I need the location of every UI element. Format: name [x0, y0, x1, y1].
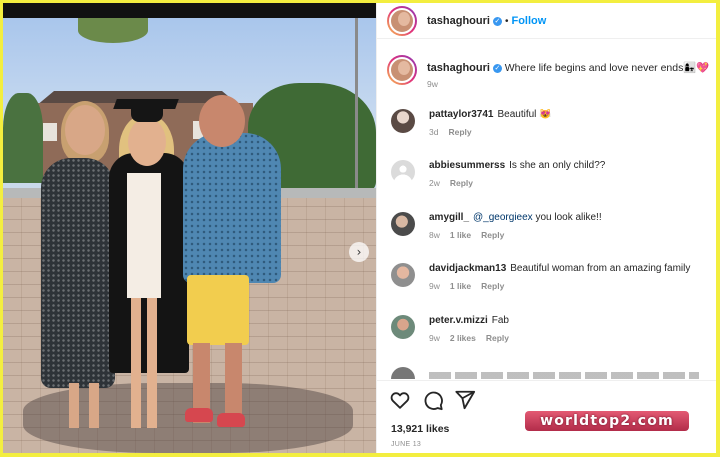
- carousel-next-icon[interactable]: ›: [349, 242, 369, 262]
- comment-age: 2w: [429, 178, 440, 188]
- comment-username[interactable]: amygill_: [429, 212, 469, 223]
- person-right: [183, 133, 281, 283]
- comment-username[interactable]: peter.v.mizzi: [429, 315, 488, 326]
- comment-mention[interactable]: @_georgieex: [473, 212, 533, 223]
- caption-age: 9w: [427, 79, 438, 89]
- post-header: tashaghouri ✓ • Follow: [377, 3, 716, 39]
- comment-text: Beautiful 😻: [497, 109, 552, 120]
- comment-age: 9w: [429, 281, 440, 291]
- comment-age: 3d: [429, 127, 439, 137]
- author-avatar[interactable]: [387, 6, 417, 36]
- share-icon[interactable]: [454, 389, 476, 411]
- post-photo[interactable]: ›: [3, 3, 376, 453]
- instagram-post-frame: › tashaghouri ✓ • Follow tashaghouri ✓ Where…: [3, 3, 716, 453]
- post-date: JUNE 13: [391, 441, 422, 448]
- follow-button[interactable]: Follow: [511, 15, 546, 27]
- reply-button[interactable]: Reply: [481, 281, 504, 291]
- comment-item-partial: [391, 367, 415, 379]
- post-actions: 13,921 likes JUNE 13 worldtop2.com: [377, 380, 716, 453]
- caption-author-avatar[interactable]: [387, 55, 417, 85]
- caption-username[interactable]: tashaghouri: [427, 62, 490, 74]
- watermark-logo: worldtop2.com: [525, 411, 689, 431]
- comment-text: Beautiful woman from an amazing family: [510, 263, 691, 274]
- commenter-avatar[interactable]: [391, 263, 415, 287]
- comment-likes[interactable]: 1 like: [450, 230, 471, 240]
- comment-username[interactable]: davidjackman13: [429, 263, 506, 274]
- reply-button[interactable]: Reply: [448, 127, 471, 137]
- comment-likes[interactable]: 1 like: [450, 281, 471, 291]
- comment-text: you look alike!!: [532, 212, 602, 223]
- graduation-cap: [113, 99, 179, 109]
- author-username[interactable]: tashaghouri: [427, 15, 490, 27]
- comment-text: Fab: [491, 315, 509, 326]
- reply-button[interactable]: Reply: [450, 178, 473, 188]
- verified-badge-icon: ✓: [492, 63, 502, 73]
- reply-button[interactable]: Reply: [486, 333, 509, 343]
- heart-icon[interactable]: [389, 389, 411, 411]
- commenter-avatar[interactable]: [391, 212, 415, 236]
- comment-age: 8w: [429, 230, 440, 240]
- comment-likes[interactable]: 2 likes: [450, 333, 476, 343]
- caption-text: Where life begins and love never ends👩‍👧…: [504, 62, 710, 74]
- person-left: [41, 158, 115, 388]
- post-caption: tashaghouri ✓ Where life begins and love …: [427, 61, 712, 74]
- commenter-avatar[interactable]: [391, 160, 415, 184]
- post-side-panel: tashaghouri ✓ • Follow tashaghouri ✓ Where l…: [376, 3, 716, 453]
- comment-text: Is she an only child??: [509, 160, 606, 171]
- like-count[interactable]: 13,921 likes: [391, 423, 449, 435]
- comment-icon[interactable]: [422, 389, 444, 411]
- comment-username[interactable]: pattaylor3741: [429, 109, 493, 120]
- commenter-avatar[interactable]: [391, 315, 415, 339]
- commenter-avatar[interactable]: [391, 109, 415, 133]
- reply-button[interactable]: Reply: [481, 230, 504, 240]
- comment-username[interactable]: abbiesummerss: [429, 160, 505, 171]
- verified-badge-icon: ✓: [492, 16, 502, 26]
- comment-age: 9w: [429, 333, 440, 343]
